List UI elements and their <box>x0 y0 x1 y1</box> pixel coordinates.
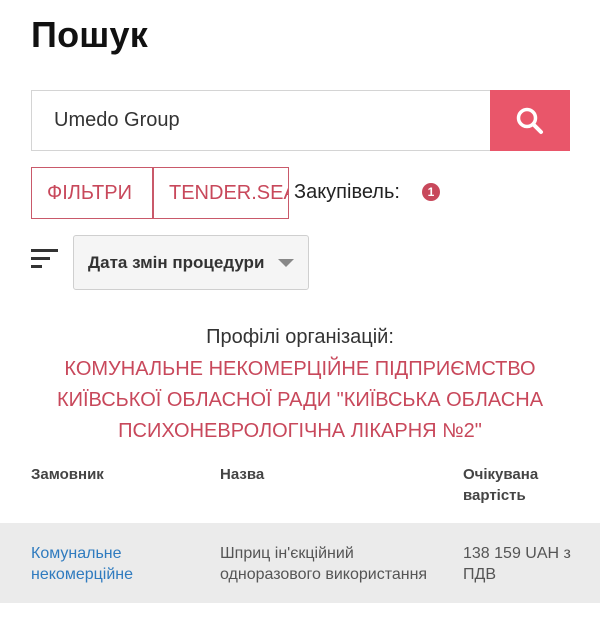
tender-search-tab[interactable]: TENDER.SEA <box>153 167 289 219</box>
sort-icon[interactable] <box>31 248 59 270</box>
search-button[interactable] <box>490 90 570 151</box>
column-header-name: Назва <box>220 466 265 483</box>
column-header-customer: Замовник <box>31 466 104 483</box>
filters-tab[interactable]: ФІЛЬТРИ <box>31 167 153 219</box>
expected-value: 138 159 UAH з ПДВ <box>463 545 571 583</box>
search-icon <box>516 107 543 134</box>
chevron-down-icon <box>278 259 294 267</box>
tender-name[interactable]: Шприц ін'єкційний одноразового використа… <box>220 543 450 585</box>
search-input[interactable] <box>31 90 490 151</box>
buyer-count-label[interactable]: Закупівель: <box>294 181 400 204</box>
page-title: Пошук <box>31 14 148 55</box>
sort-dropdown-label: Дата змін процедури <box>88 252 265 272</box>
org-profiles-heading: Профілі організацій: <box>206 326 394 348</box>
customer-link[interactable]: Комунальне некомерційне <box>31 543 191 585</box>
org-profile-link[interactable]: КОМУНАЛЬНЕ НЕКОМЕРЦІЙНЕ ПІДПРИЄМСТВО КИЇ… <box>50 354 550 447</box>
buyer-count-badge: 1 <box>422 183 440 201</box>
column-header-value: Очікувана вартість <box>463 466 539 504</box>
sort-dropdown[interactable]: Дата змін процедури <box>73 235 309 290</box>
search-bar <box>31 90 570 151</box>
table-row[interactable]: Комунальне некомерційне Шприц ін'єкційни… <box>0 523 600 603</box>
